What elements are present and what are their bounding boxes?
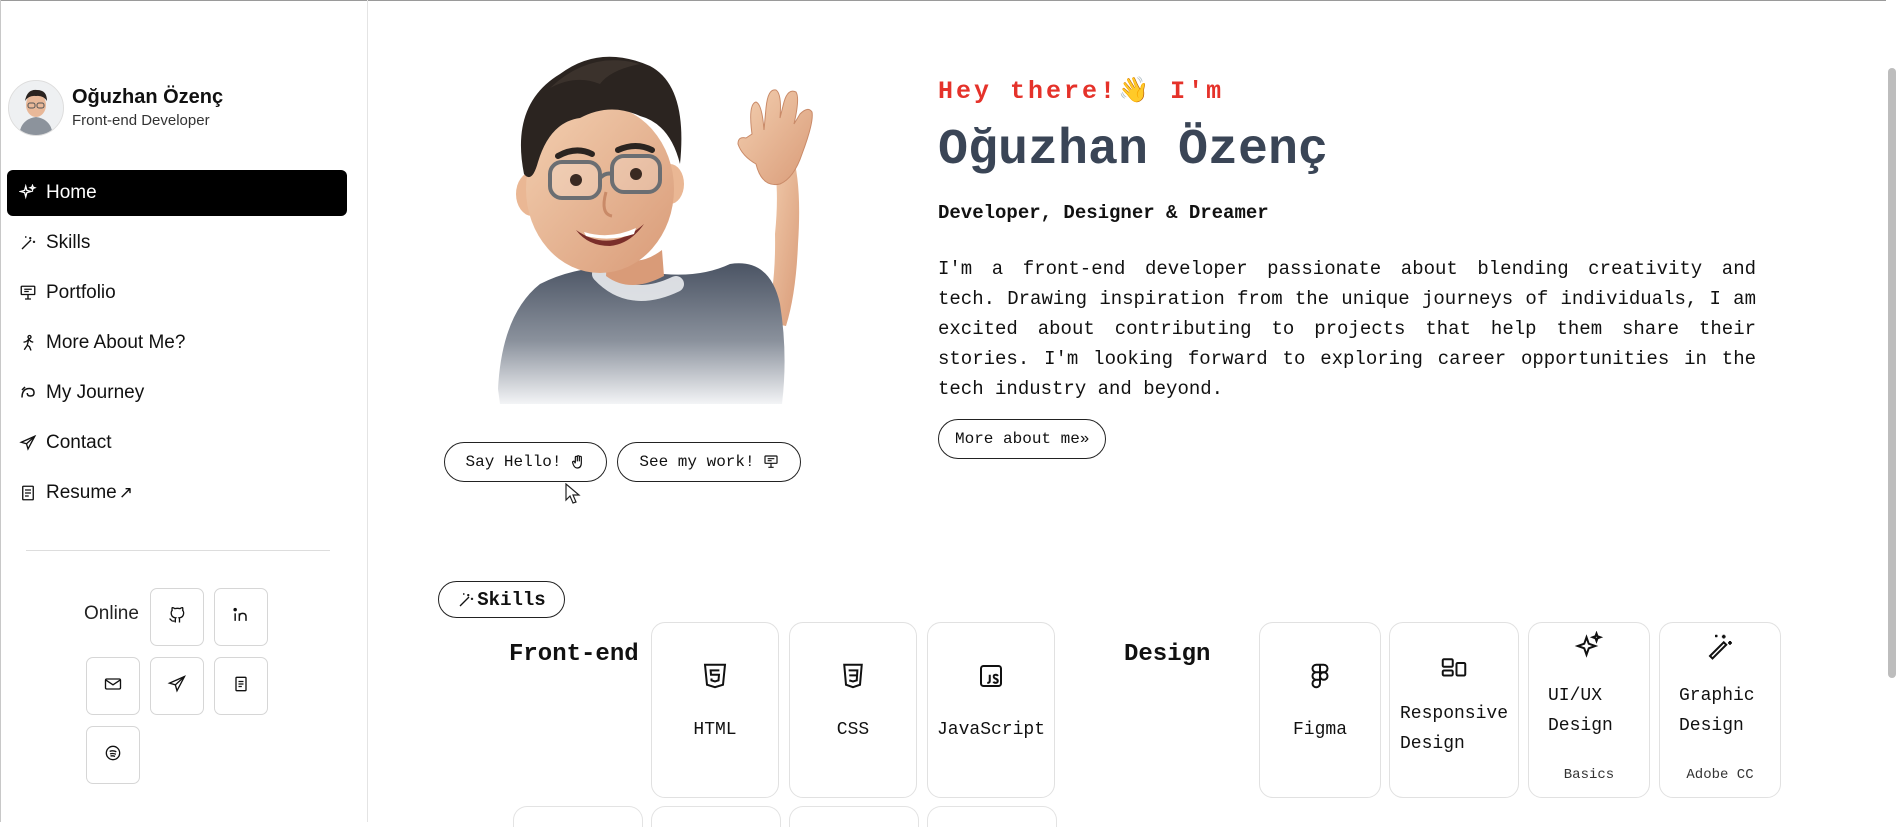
html5-icon [652, 661, 778, 691]
skill-card-html[interactable]: HTML [651, 622, 779, 798]
resume-icon [231, 674, 251, 699]
hero-greeting: Hey there!👋 I'm [938, 77, 1225, 106]
github-icon [167, 605, 187, 630]
skill-card-partial [651, 806, 781, 827]
send-icon [18, 433, 38, 453]
presentation-icon [18, 283, 38, 303]
skill-card-partial [513, 806, 643, 827]
skill-card-graphic-design[interactable]: Graphic Design Adobe CC [1659, 622, 1781, 798]
skill-card-partial [927, 806, 1057, 827]
css3-icon [790, 661, 916, 691]
see-my-work-button[interactable]: See my work! [617, 442, 801, 482]
skill-sublabel: Basics [1563, 767, 1615, 783]
resume-button[interactable] [214, 657, 268, 715]
skill-label: JavaScript [936, 720, 1046, 740]
mouse-cursor-icon [565, 482, 581, 510]
sidebar-item-label: Portfolio [46, 282, 116, 303]
skill-label: Responsive Design [1400, 704, 1509, 754]
see-my-work-label: See my work! [639, 453, 755, 471]
sidebar-item-label: Skills [46, 232, 91, 253]
scrollbar-thumb[interactable] [1888, 68, 1896, 678]
memoji-illustration [480, 44, 850, 416]
more-about-me-button[interactable]: More about me» [938, 419, 1107, 459]
sidebar-item-label: Home [46, 182, 97, 203]
spotify-icon [103, 743, 123, 768]
profile-text: Oğuzhan Özenç Front-end Developer [72, 85, 223, 131]
linkedin-icon [231, 605, 251, 630]
javascript-icon [928, 661, 1054, 691]
sidebar-item-more-about[interactable]: More About Me? [7, 320, 347, 366]
sparkles-icon [18, 183, 38, 203]
skill-card-figma[interactable]: Figma [1259, 622, 1381, 798]
sidebar-item-portfolio[interactable]: Portfolio [7, 270, 347, 316]
github-button[interactable] [150, 588, 204, 646]
sparkles-icon [1529, 631, 1649, 661]
sidebar-item-label: Resume [46, 482, 117, 503]
sidebar-item-contact[interactable]: Contact [7, 420, 347, 466]
sidebar-item-home[interactable]: Home [7, 170, 347, 216]
say-hello-button[interactable]: Say Hello! [444, 442, 607, 482]
skills-section-badge: Skills [438, 581, 565, 618]
skill-label: UI/UX Design [1548, 686, 1613, 736]
profile-role: Front-end Developer [72, 112, 210, 129]
skill-label: HTML [693, 720, 737, 740]
sidebar-item-label: My Journey [46, 382, 145, 403]
hero-name: Oğuzhan Özenç [938, 122, 1329, 179]
sidebar-divider [26, 550, 330, 551]
sidebar-item-label: Contact [46, 432, 112, 453]
skill-card-javascript[interactable]: JavaScript [927, 622, 1055, 798]
skill-label: CSS [836, 720, 870, 740]
presentation-icon [763, 454, 779, 470]
skill-card-css[interactable]: CSS [789, 622, 917, 798]
sidebar-nav: Home Skills Portfolio More About Me? My … [7, 170, 347, 520]
sidebar-item-label: More About Me? [46, 332, 186, 353]
skill-card-responsive-design[interactable]: Responsive Design [1389, 622, 1519, 798]
layout-icon [1390, 653, 1518, 683]
mail-icon [103, 674, 123, 699]
sidebar-item-skills[interactable]: Skills [7, 220, 347, 266]
sidebar-item-resume[interactable]: Resume ↗ [7, 470, 347, 516]
magic-wand-icon [18, 233, 38, 253]
telegram-button[interactable] [150, 657, 204, 715]
online-label: Online [84, 603, 139, 624]
mail-button[interactable] [86, 657, 140, 715]
linkedin-button[interactable] [214, 588, 268, 646]
skill-card-ui-ux[interactable]: UI/UX Design Basics [1528, 622, 1650, 798]
document-icon [18, 483, 38, 503]
profile-card[interactable]: Oğuzhan Özenç Front-end Developer [8, 80, 223, 136]
frontend-group-title: Front-end [509, 641, 639, 668]
external-link-icon: ↗ [118, 483, 133, 502]
skill-label: Graphic Design [1679, 686, 1755, 736]
magic-wand-icon [459, 592, 474, 606]
magic-wand-icon [1660, 631, 1780, 661]
running-icon [18, 333, 38, 353]
skill-sublabel: Adobe CC [1686, 767, 1754, 783]
sidebar-item-journey[interactable]: My Journey [7, 370, 347, 416]
avatar [8, 80, 64, 136]
say-hello-label: Say Hello! [465, 453, 562, 471]
skill-card-partial [789, 806, 919, 827]
design-group-title: Design [1124, 641, 1211, 668]
skill-label: Figma [1292, 720, 1347, 740]
skills-badge-label: Skills [477, 588, 546, 611]
profile-name: Oğuzhan Özenç [72, 86, 224, 108]
wave-hand-icon [570, 454, 586, 470]
hero-bio: I'm a front-end developer passionate abo… [938, 258, 1756, 400]
telegram-icon [167, 674, 187, 699]
page-scrollbar[interactable] [1886, 0, 1898, 822]
spotify-button[interactable] [86, 726, 140, 784]
figma-icon [1260, 661, 1380, 691]
journey-icon [18, 383, 38, 403]
hero-tagline: Developer, Designer & Dreamer [938, 202, 1269, 224]
sidebar: Oğuzhan Özenç Front-end Developer Home S… [0, 0, 368, 822]
